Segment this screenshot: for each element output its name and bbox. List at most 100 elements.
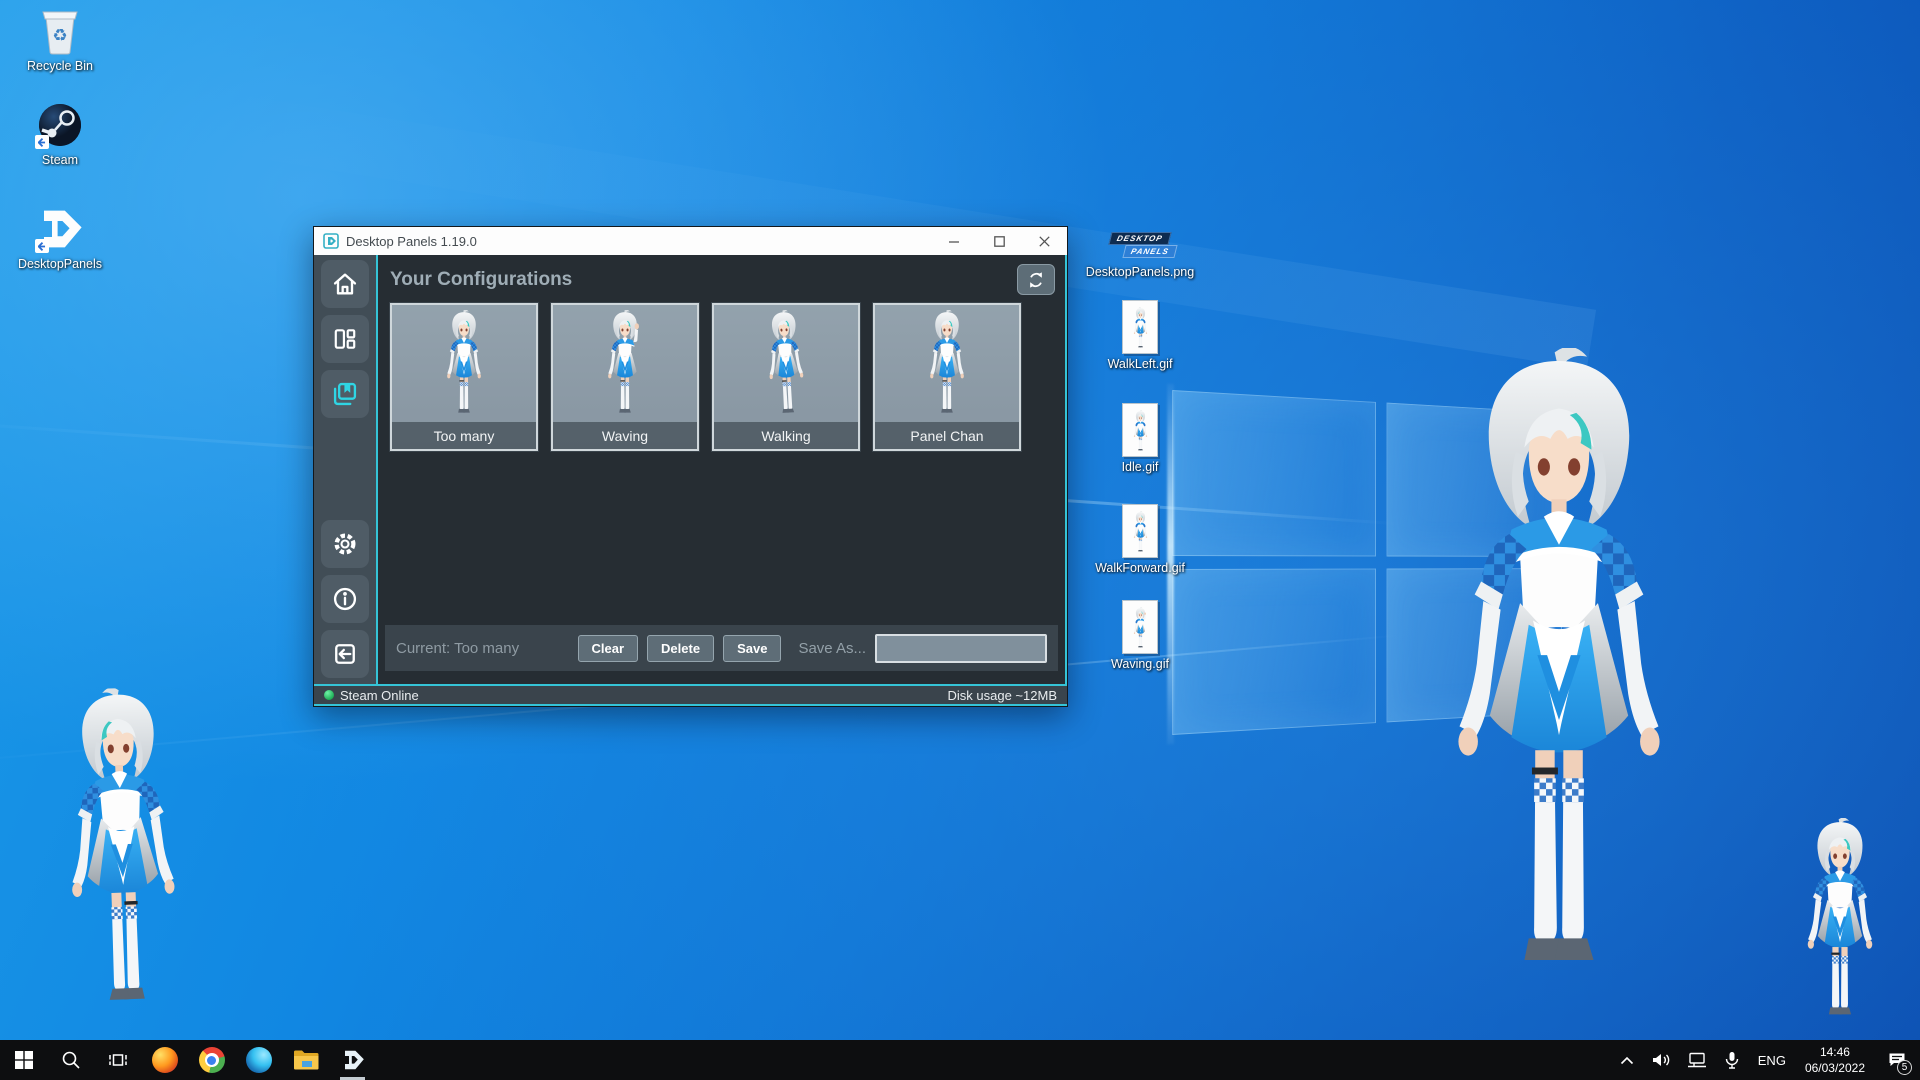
taskbar-desktop-panels[interactable] <box>329 1040 376 1080</box>
desktop-icon-label: WalkForward.gif <box>1095 561 1185 575</box>
status-bar: Steam Online Disk usage ~12MB <box>314 684 1067 706</box>
logo-text-desktop: DESKTOP <box>1108 232 1171 245</box>
library-book-icon <box>331 380 359 408</box>
config-card-too-many[interactable]: Too many <box>390 303 538 451</box>
info-icon <box>331 585 359 613</box>
taskbar-firefox[interactable] <box>141 1040 188 1080</box>
tray-microphone-icon[interactable] <box>1721 1040 1743 1080</box>
desktop-icon-desktoppanels-png[interactable]: DESKTOP PANELS DesktopPanels.png <box>1097 230 1183 279</box>
system-tray: ENG 14:46 06/03/2022 5 <box>1616 1040 1920 1080</box>
desktop-icon-label: Recycle Bin <box>27 59 93 73</box>
footer-bar: Current: Too many Clear Delete Save Save… <box>385 625 1058 671</box>
config-thumbnail <box>925 310 969 426</box>
close-button[interactable] <box>1022 227 1067 255</box>
start-button[interactable] <box>0 1040 47 1080</box>
config-thumbnail <box>603 310 647 426</box>
home-icon <box>331 270 359 298</box>
taskbar-file-explorer[interactable] <box>282 1040 329 1080</box>
desktop-icon-idle-gif[interactable]: Idle.gif <box>1097 403 1183 474</box>
sidebar-item-settings[interactable] <box>321 520 369 568</box>
windows-start-icon <box>15 1051 33 1069</box>
desktop-icon-recycle-bin[interactable]: ♻ Recycle Bin <box>17 6 103 73</box>
desktop-wallpaper: ♻ Recycle Bin Steam <box>0 0 1920 1080</box>
desktop-icon-desktoppanels[interactable]: DesktopPanels <box>17 204 103 271</box>
steam-online-status-icon <box>324 690 334 700</box>
panel-chan-character-large[interactable] <box>1428 348 1690 1040</box>
gear-icon <box>331 530 359 558</box>
disk-usage-text: Disk usage ~12MB <box>948 688 1057 703</box>
refresh-icon <box>1027 271 1045 289</box>
shortcut-arrow-icon <box>35 239 49 253</box>
firefox-icon <box>152 1047 178 1073</box>
notification-center-button[interactable]: 5 <box>1882 1040 1912 1080</box>
sidebar-item-exit[interactable] <box>321 630 369 678</box>
title-bar[interactable]: Desktop Panels 1.19.0 <box>314 227 1067 255</box>
desktop-icon-label: DesktopPanels <box>18 257 102 271</box>
file-explorer-icon <box>293 1049 319 1071</box>
desktop-icon-steam[interactable]: Steam <box>17 100 103 167</box>
sidebar <box>314 255 376 684</box>
edge-icon <box>246 1047 272 1073</box>
config-thumbnail <box>761 309 811 427</box>
windows-logo-pane <box>1172 390 1375 556</box>
clear-button[interactable]: Clear <box>578 635 639 662</box>
save-button[interactable]: Save <box>723 635 781 662</box>
task-view-icon <box>108 1050 128 1070</box>
config-card-panel-chan[interactable]: Panel Chan <box>873 303 1021 451</box>
search-icon <box>61 1050 81 1070</box>
steam-icon <box>35 100 85 150</box>
save-as-input[interactable] <box>875 634 1047 663</box>
config-label: Walking <box>714 422 858 449</box>
windows-logo-pane <box>1172 569 1375 735</box>
sidebar-item-home[interactable] <box>321 260 369 308</box>
taskbar-edge[interactable] <box>235 1040 282 1080</box>
logo-text-panels: PANELS <box>1122 245 1177 258</box>
gif-thumbnail-icon <box>1122 403 1158 457</box>
minimize-button[interactable] <box>932 227 977 255</box>
tray-chevron-up-icon[interactable] <box>1616 1040 1638 1080</box>
gif-thumbnail-icon <box>1122 300 1158 354</box>
task-view-button[interactable] <box>94 1040 141 1080</box>
tray-time: 14:46 <box>1805 1044 1865 1060</box>
chrome-icon <box>199 1047 225 1073</box>
desktop-icon-label: WalkLeft.gif <box>1108 357 1173 371</box>
shortcut-arrow-icon <box>35 135 49 149</box>
refresh-button[interactable] <box>1017 264 1055 295</box>
maximize-button[interactable] <box>977 227 1022 255</box>
tray-language[interactable]: ENG <box>1756 1053 1788 1068</box>
section-title: Your Configurations <box>390 269 1017 291</box>
desktop-panels-taskbar-icon <box>341 1049 365 1071</box>
taskbar-chrome[interactable] <box>188 1040 235 1080</box>
desktop-icon-walkforward-gif[interactable]: WalkForward.gif <box>1097 504 1183 575</box>
save-as-label: Save As... <box>798 640 866 657</box>
panel-chan-character-walking-left[interactable] <box>50 686 195 1042</box>
config-card-walking[interactable]: Walking <box>712 303 860 451</box>
panel-chan-character-small-right[interactable] <box>1798 818 1882 1040</box>
delete-button[interactable]: Delete <box>647 635 714 662</box>
desktop-icon-waving-gif[interactable]: Waving.gif <box>1097 600 1183 671</box>
tray-clock[interactable]: 14:46 06/03/2022 <box>1801 1044 1869 1076</box>
config-label: Waving <box>553 422 697 449</box>
sidebar-item-library-active[interactable] <box>321 370 369 418</box>
current-config-label: Current: Too many <box>396 640 519 657</box>
desktop-panels-d-icon <box>35 204 85 254</box>
tray-date: 06/03/2022 <box>1805 1060 1865 1076</box>
desktop-icon-label: Waving.gif <box>1111 657 1169 671</box>
notification-count-badge: 5 <box>1897 1060 1912 1075</box>
app-icon <box>323 233 339 249</box>
desktop-panels-window: Desktop Panels 1.19.0 <box>313 226 1068 707</box>
taskbar-search-button[interactable] <box>47 1040 94 1080</box>
sidebar-item-info[interactable] <box>321 575 369 623</box>
desktop-icon-label: Steam <box>42 153 78 167</box>
desktop-icon-label: DesktopPanels.png <box>1086 265 1194 279</box>
tray-volume-icon[interactable] <box>1651 1040 1673 1080</box>
config-label: Too many <box>392 422 536 449</box>
config-label: Panel Chan <box>875 422 1019 449</box>
config-card-waving[interactable]: Waving <box>551 303 699 451</box>
config-thumbnail <box>442 310 486 426</box>
tray-network-icon[interactable] <box>1686 1040 1708 1080</box>
svg-text:♻: ♻ <box>52 26 67 45</box>
desktop-icon-walkleft-gif[interactable]: WalkLeft.gif <box>1097 300 1183 371</box>
desktop-panels-logo-thumbnail: DESKTOP PANELS <box>1104 230 1176 262</box>
sidebar-item-panels[interactable] <box>321 315 369 363</box>
